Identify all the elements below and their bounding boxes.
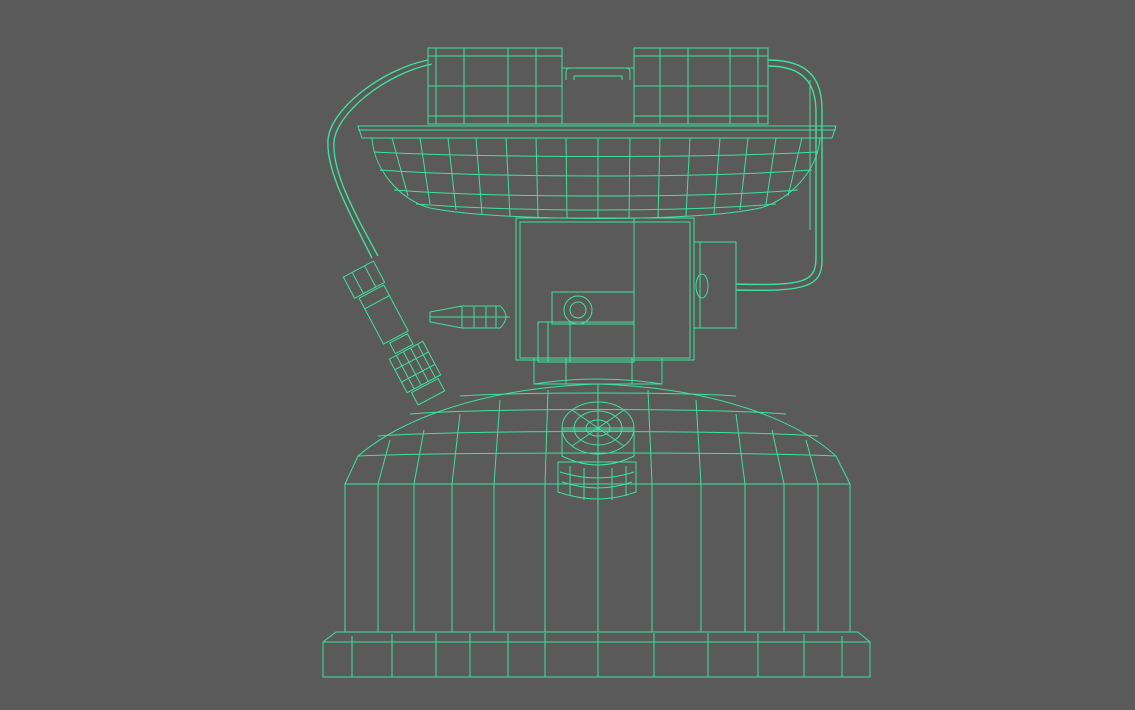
wireframe-model-stove xyxy=(322,47,871,678)
pump-knob[interactable] xyxy=(557,401,637,502)
hose-fitting[interactable] xyxy=(342,258,448,407)
control-knob[interactable] xyxy=(429,305,510,329)
neck-block[interactable] xyxy=(515,217,695,385)
tank-base[interactable] xyxy=(322,631,871,678)
3d-viewport[interactable] xyxy=(0,0,1135,710)
tank-body[interactable] xyxy=(344,483,851,633)
valve-block[interactable] xyxy=(693,241,737,329)
burner-bowl[interactable] xyxy=(357,125,837,219)
burner-cap[interactable] xyxy=(427,47,769,125)
